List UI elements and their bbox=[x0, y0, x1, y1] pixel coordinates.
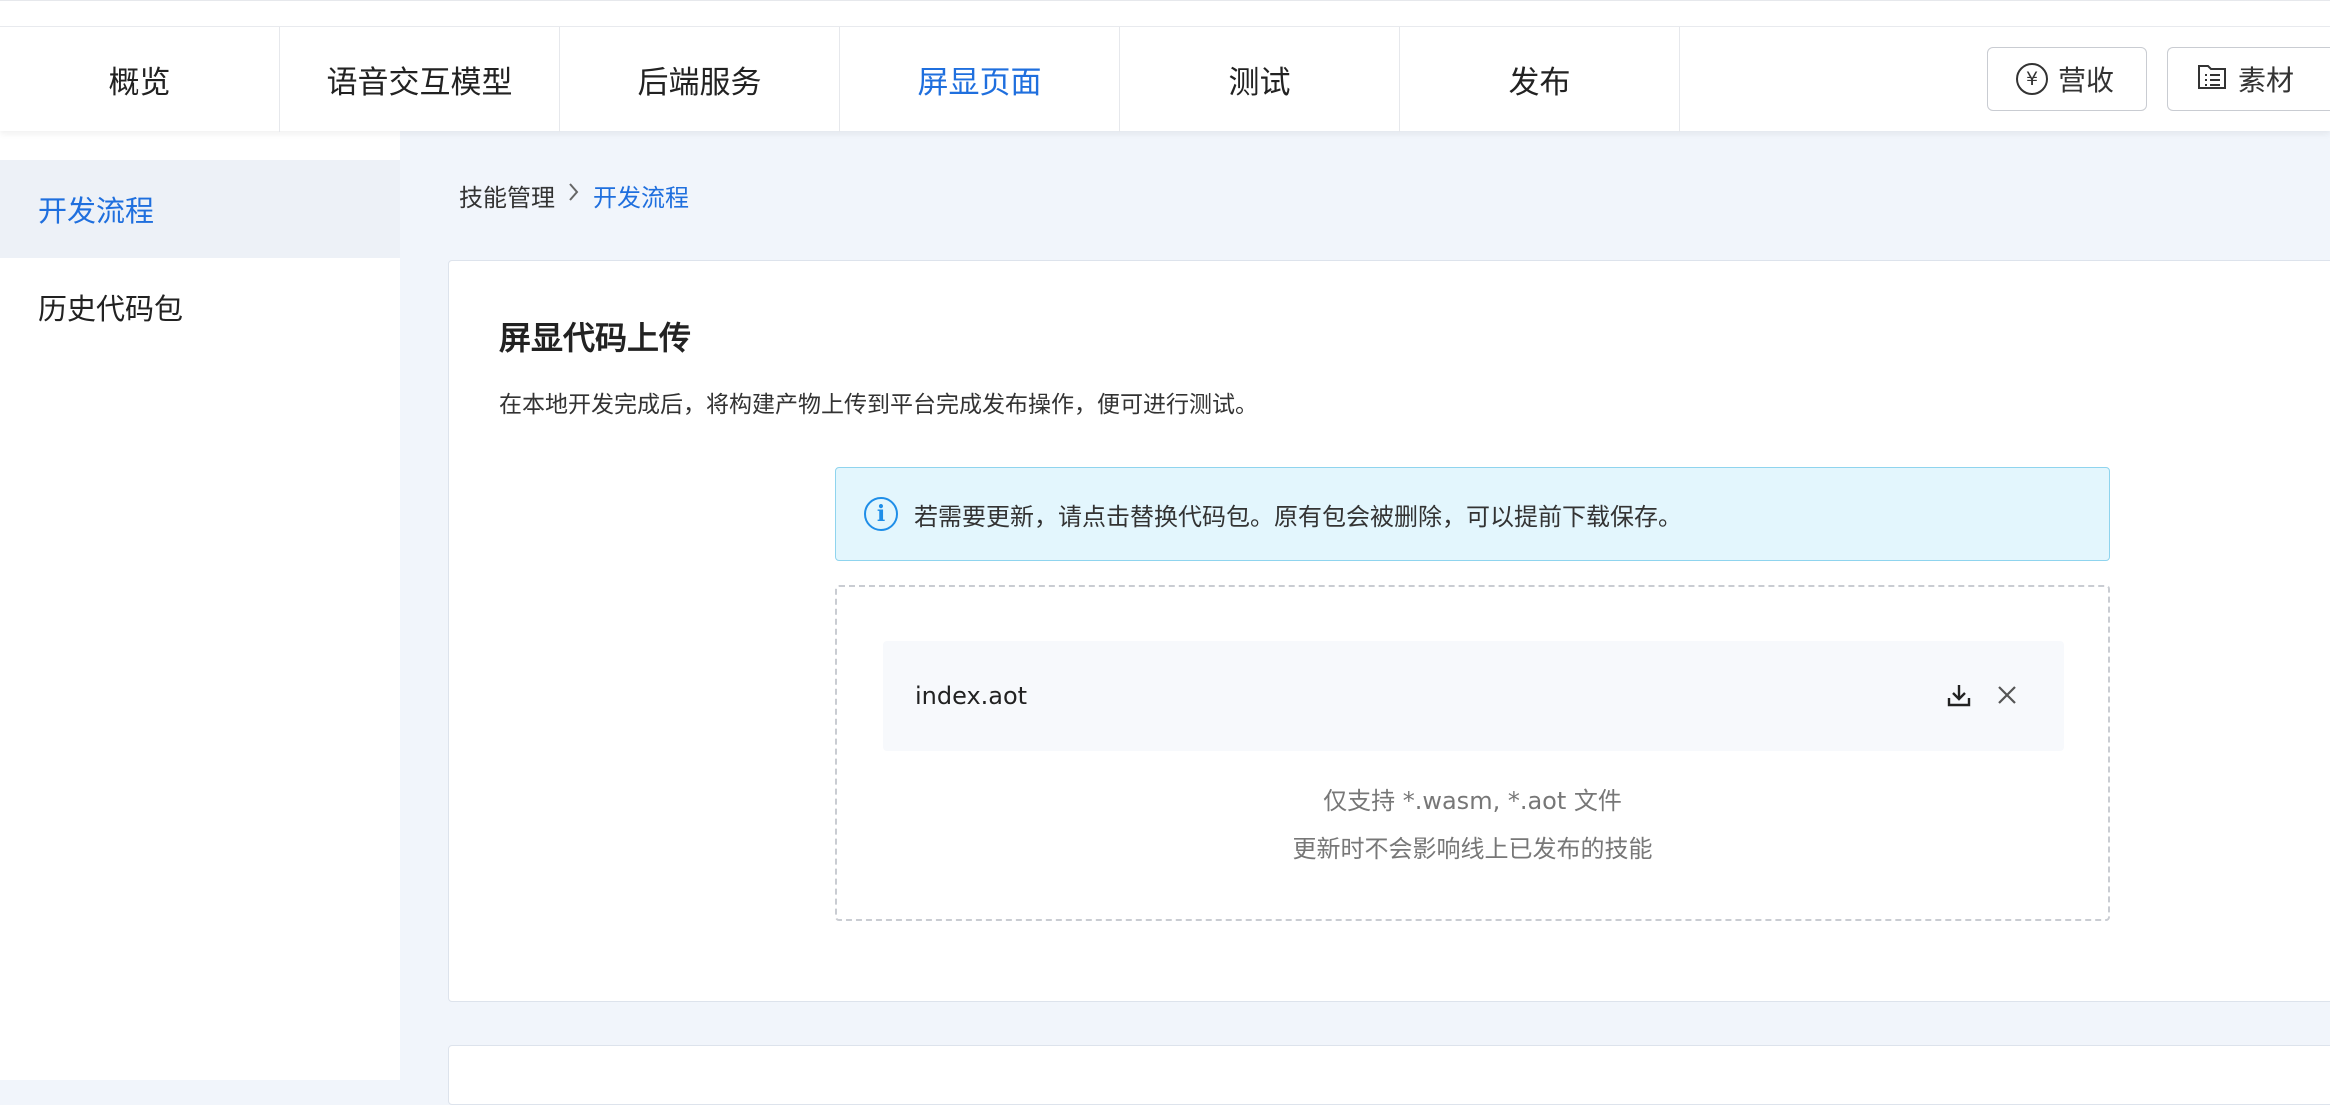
tab-test[interactable]: 测试 bbox=[1120, 27, 1400, 132]
tab-screen-page[interactable]: 屏显页面 bbox=[840, 27, 1120, 132]
breadcrumb-current: 开发流程 bbox=[593, 183, 689, 212]
file-actions bbox=[1946, 681, 2020, 709]
revenue-button[interactable]: ¥ 营收 bbox=[1987, 47, 2147, 111]
tab-voice-model[interactable]: 语音交互模型 bbox=[280, 27, 560, 132]
tab-backend-service[interactable]: 后端服务 bbox=[560, 27, 840, 132]
sidebar-item-history-packages[interactable]: 历史代码包 bbox=[0, 258, 400, 356]
breadcrumb: 技能管理 开发流程 bbox=[459, 178, 689, 212]
upload-card: 屏显代码上传 在本地开发完成后，将构建产物上传到平台完成发布操作，便可进行测试。… bbox=[448, 260, 2330, 1002]
file-name: index.aot bbox=[915, 682, 1028, 710]
top-actions: ¥ 营收 素材 bbox=[1987, 47, 2330, 111]
update-notice: i 若需要更新，请点击替换代码包。原有包会被删除，可以提前下载保存。 bbox=[835, 467, 2110, 561]
notice-text: 若需要更新，请点击替换代码包。原有包会被删除，可以提前下载保存。 bbox=[914, 502, 1682, 531]
uploaded-file-row: index.aot bbox=[883, 641, 2064, 751]
folder-list-icon bbox=[2196, 60, 2228, 99]
yen-icon: ¥ bbox=[2016, 63, 2048, 95]
tab-publish[interactable]: 发布 bbox=[1400, 27, 1680, 132]
tab-overview[interactable]: 概览 bbox=[0, 27, 280, 132]
close-icon[interactable] bbox=[1994, 681, 2020, 709]
hint-update: 更新时不会影响线上已发布的技能 bbox=[1292, 835, 1653, 863]
material-label: 素材 bbox=[2238, 64, 2295, 97]
next-card bbox=[448, 1045, 2330, 1105]
sidebar: 开发流程 历史代码包 bbox=[0, 131, 400, 1080]
hint-formats: 仅支持 *.wasm, *.aot 文件 bbox=[1323, 787, 1622, 815]
breadcrumb-parent[interactable]: 技能管理 bbox=[459, 178, 555, 213]
upload-dropzone[interactable]: index.aot 仅支持 *.wasm, *.aot 文件 更新时不会影响线上… bbox=[835, 585, 2110, 921]
material-button[interactable]: 素材 bbox=[2167, 47, 2330, 111]
card-description: 在本地开发完成后，将构建产物上传到平台完成发布操作，便可进行测试。 bbox=[499, 392, 1258, 418]
main-tabs: 概览 语音交互模型 后端服务 屏显页面 测试 发布 bbox=[0, 27, 1680, 132]
card-title: 屏显代码上传 bbox=[499, 319, 692, 357]
top-navigation: 概览 语音交互模型 后端服务 屏显页面 测试 发布 ¥ 营收 素材 bbox=[0, 0, 2330, 132]
chevron-right-icon bbox=[567, 180, 581, 210]
info-icon: i bbox=[864, 497, 898, 531]
download-icon[interactable] bbox=[1946, 681, 1972, 709]
sidebar-item-dev-process[interactable]: 开发流程 bbox=[0, 160, 400, 258]
revenue-label: 营收 bbox=[2058, 64, 2115, 97]
